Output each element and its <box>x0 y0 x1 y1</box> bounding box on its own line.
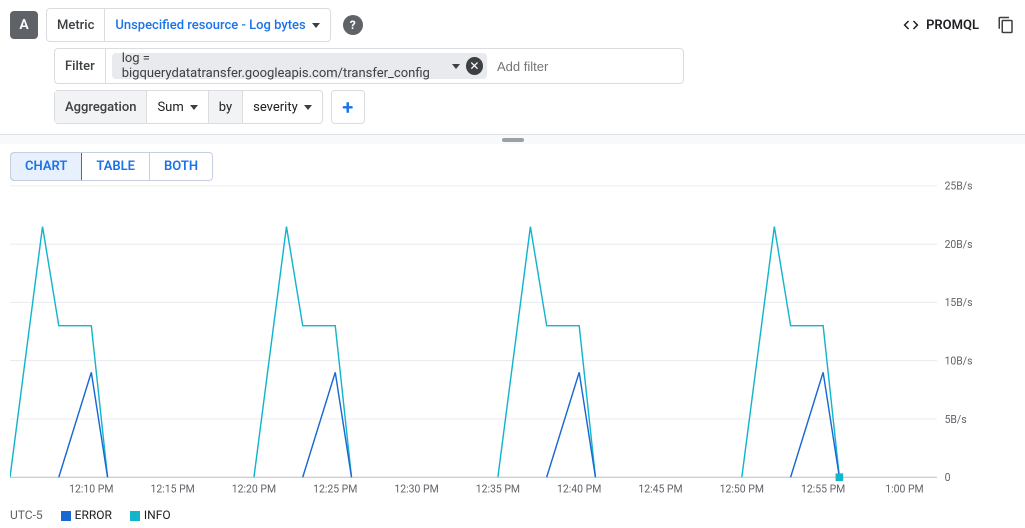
svg-text:20B/s: 20B/s <box>945 238 973 251</box>
query-badge[interactable]: A <box>10 11 38 39</box>
chart-legend: UTC-5 ERROR INFO <box>0 508 1025 528</box>
svg-text:25B/s: 25B/s <box>945 181 973 193</box>
svg-text:5B/s: 5B/s <box>945 413 967 426</box>
view-tabs: CHART TABLE BOTH <box>10 152 213 181</box>
resize-handle[interactable] <box>0 134 1025 144</box>
aggregation-by-label: by <box>208 91 243 123</box>
aggregation-selector[interactable]: Aggregation Sum by severity <box>54 90 323 124</box>
chart-canvas[interactable]: 0 5B/s 10B/s 15B/s 20B/s 25B/s 12:10 PM 12:15 P… <box>10 181 975 508</box>
filter-bar[interactable]: Filter log = bigquerydatatransfer.google… <box>54 48 684 84</box>
chevron-down-icon <box>304 105 312 110</box>
aggregation-groupby[interactable]: severity <box>243 91 322 123</box>
metric-selector[interactable]: Metric Unspecified resource - Log bytes <box>46 8 331 42</box>
svg-text:12:50 PM: 12:50 PM <box>720 483 764 496</box>
code-icon <box>902 16 920 34</box>
chevron-down-icon <box>312 23 320 28</box>
svg-text:12:10 PM: 12:10 PM <box>69 483 113 496</box>
add-filter-input[interactable] <box>487 59 683 74</box>
metric-value[interactable]: Unspecified resource - Log bytes <box>105 9 329 41</box>
svg-text:10B/s: 10B/s <box>945 354 973 367</box>
tab-chart[interactable]: CHART <box>10 152 82 181</box>
copy-icon[interactable] <box>997 16 1015 34</box>
svg-text:12:20 PM: 12:20 PM <box>232 483 276 496</box>
filter-chip-text: log = bigquerydatatransfer.googleapis.co… <box>122 51 446 81</box>
svg-text:12:15 PM: 12:15 PM <box>150 483 194 496</box>
remove-filter-icon[interactable]: ✕ <box>466 57 483 75</box>
legend-item-info[interactable]: INFO <box>130 508 171 522</box>
metric-value-text: Unspecified resource - Log bytes <box>115 18 305 33</box>
svg-text:12:25 PM: 12:25 PM <box>313 483 357 496</box>
chevron-down-icon <box>452 64 460 69</box>
promql-label: PROMQL <box>926 18 979 33</box>
svg-text:12:30 PM: 12:30 PM <box>394 483 438 496</box>
svg-text:12:55 PM: 12:55 PM <box>801 483 845 496</box>
timezone-label: UTC-5 <box>10 508 43 522</box>
aggregation-function[interactable]: Sum <box>147 91 207 123</box>
promql-button[interactable]: PROMQL <box>902 16 979 34</box>
add-aggregation-button[interactable]: + <box>331 90 365 124</box>
aggregation-label: Aggregation <box>55 91 147 123</box>
legend-item-error[interactable]: ERROR <box>61 508 112 522</box>
svg-text:0: 0 <box>945 471 951 484</box>
tab-both[interactable]: BOTH <box>149 153 212 180</box>
svg-text:12:40 PM: 12:40 PM <box>557 483 601 496</box>
help-icon[interactable]: ? <box>343 15 363 35</box>
chevron-down-icon <box>190 105 198 110</box>
filter-chip[interactable]: log = bigquerydatatransfer.googleapis.co… <box>112 53 487 79</box>
svg-text:12:35 PM: 12:35 PM <box>476 483 520 496</box>
metric-label: Metric <box>47 9 105 41</box>
tab-table[interactable]: TABLE <box>81 153 149 180</box>
filter-label: Filter <box>55 49 106 83</box>
svg-text:15B/s: 15B/s <box>945 296 973 309</box>
svg-text:12:45 PM: 12:45 PM <box>638 483 682 496</box>
svg-text:1:00 PM: 1:00 PM <box>885 483 923 496</box>
